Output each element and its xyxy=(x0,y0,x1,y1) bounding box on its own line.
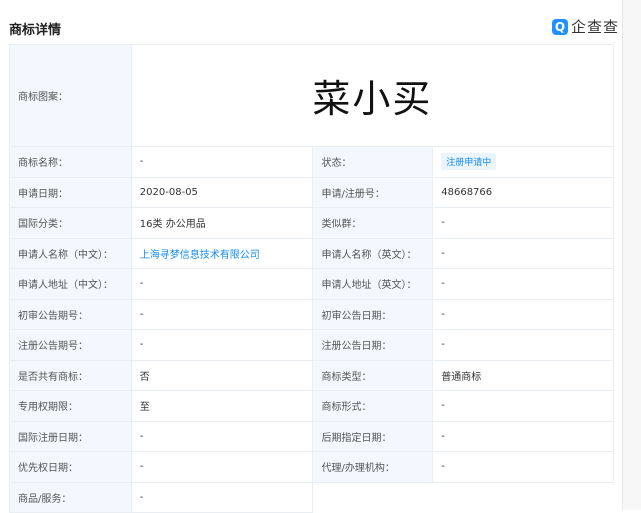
field-label: 注册公告期号： xyxy=(9,329,132,361)
field-label: 类似群： xyxy=(312,207,434,239)
status-badge: 注册申请中 xyxy=(441,153,497,171)
field-label: 商标形式： xyxy=(312,390,434,422)
field-label: 申请日期： xyxy=(9,176,132,208)
field-label: 国际注册日期： xyxy=(9,420,132,452)
table-row: 申请人名称（中文）： 上海寻梦信息技术有限公司 申请人名称（英文）： - xyxy=(9,237,614,269)
field-label: 商标类型： xyxy=(312,359,434,391)
field-value: - xyxy=(130,146,314,178)
field-label: 国际分类： xyxy=(9,207,132,239)
field-value: - xyxy=(432,451,614,483)
field-label: 初审公告期号： xyxy=(9,298,132,330)
field-value: - xyxy=(130,298,314,330)
field-label: 商标图案： xyxy=(9,44,132,147)
field-value: 注册申请中 xyxy=(432,146,614,178)
table-row: 国际注册日期： - 后期指定日期： - xyxy=(9,420,614,452)
field-label: 初审公告日期： xyxy=(312,298,434,330)
field-label: 申请/注册号： xyxy=(312,176,434,208)
field-label: 状态： xyxy=(312,146,434,178)
field-value: 普通商标 xyxy=(432,359,614,391)
qichacha-logo[interactable]: Q 企查查 xyxy=(552,16,619,37)
field-value[interactable]: 上海寻梦信息技术有限公司 xyxy=(130,237,314,269)
field-label: 是否共有商标： xyxy=(9,359,132,391)
field-label: 优先权日期： xyxy=(9,451,132,483)
trademark-image: 菜小买 xyxy=(130,44,615,147)
field-value: - xyxy=(130,451,314,483)
table-row: 申请人地址（中文）： - 申请人地址（英文）： - xyxy=(9,268,614,300)
trademark-detail-table: 商标图案： 菜小买 商标名称： - 状态： 注册申请中 申请日期： 2020-08-05 申… xyxy=(9,44,615,513)
page-title: 商标详情 xyxy=(9,23,62,38)
field-value: - xyxy=(432,237,614,269)
field-value: 48668766 xyxy=(432,176,614,208)
field-value: - xyxy=(130,481,314,513)
field-value: - xyxy=(432,207,614,239)
field-value: - xyxy=(432,329,614,361)
field-value: 否 xyxy=(130,359,314,391)
table-row: 优先权日期： - 代理/办理机构： - xyxy=(9,451,614,483)
field-value: - xyxy=(432,298,614,330)
field-label: 申请人地址（中文）： xyxy=(9,268,132,300)
field-value: - xyxy=(432,268,614,300)
field-label: 代理/办理机构： xyxy=(312,451,434,483)
field-label: 申请人地址（英文）： xyxy=(312,268,434,300)
table-row: 初审公告期号： - 初审公告日期： - xyxy=(9,298,614,330)
field-value: - xyxy=(130,420,314,452)
logo-icon: Q xyxy=(552,18,568,35)
side-panel xyxy=(622,0,641,510)
field-value: 2020-08-05 xyxy=(130,176,314,208)
field-value: 至 xyxy=(130,390,314,422)
applicant-link[interactable]: 上海寻梦信息技术有限公司 xyxy=(140,250,260,261)
field-value: - xyxy=(130,329,314,361)
table-row: 商品/服务： - xyxy=(9,481,614,513)
table-row: 专用权期限：至商标形式： - xyxy=(9,390,614,422)
field-label: 商标名称： xyxy=(9,146,132,178)
field-label: 商品/服务： xyxy=(9,481,132,513)
field-value: - xyxy=(432,420,614,452)
table-row: 申请日期： 2020-08-05 申请/注册号： 48668766 xyxy=(9,176,614,208)
table-row: 注册公告期号： - 注册公告日期： - xyxy=(9,329,614,361)
field-label: 后期指定日期： xyxy=(312,420,434,452)
field-label: 专用权期限： xyxy=(9,390,132,422)
field-label: 申请人名称（中文）： xyxy=(9,237,132,269)
empty-cell xyxy=(312,482,614,513)
field-value: 16类 办公用品 xyxy=(130,207,314,239)
table-row: 是否共有商标：否商标类型： 普通商标 xyxy=(9,359,614,391)
field-label: 申请人名称（英文）： xyxy=(312,237,434,269)
field-value: - xyxy=(130,268,314,300)
field-value: - xyxy=(432,390,614,422)
table-row: 商标图案： 菜小买 xyxy=(9,44,615,147)
logo-text: 企查查 xyxy=(571,18,620,36)
field-label: 注册公告日期： xyxy=(312,329,434,361)
table-row: 国际分类： 16类 办公用品 类似群： - xyxy=(9,207,614,239)
table-row: 商标名称： - 状态： 注册申请中 xyxy=(9,146,614,178)
